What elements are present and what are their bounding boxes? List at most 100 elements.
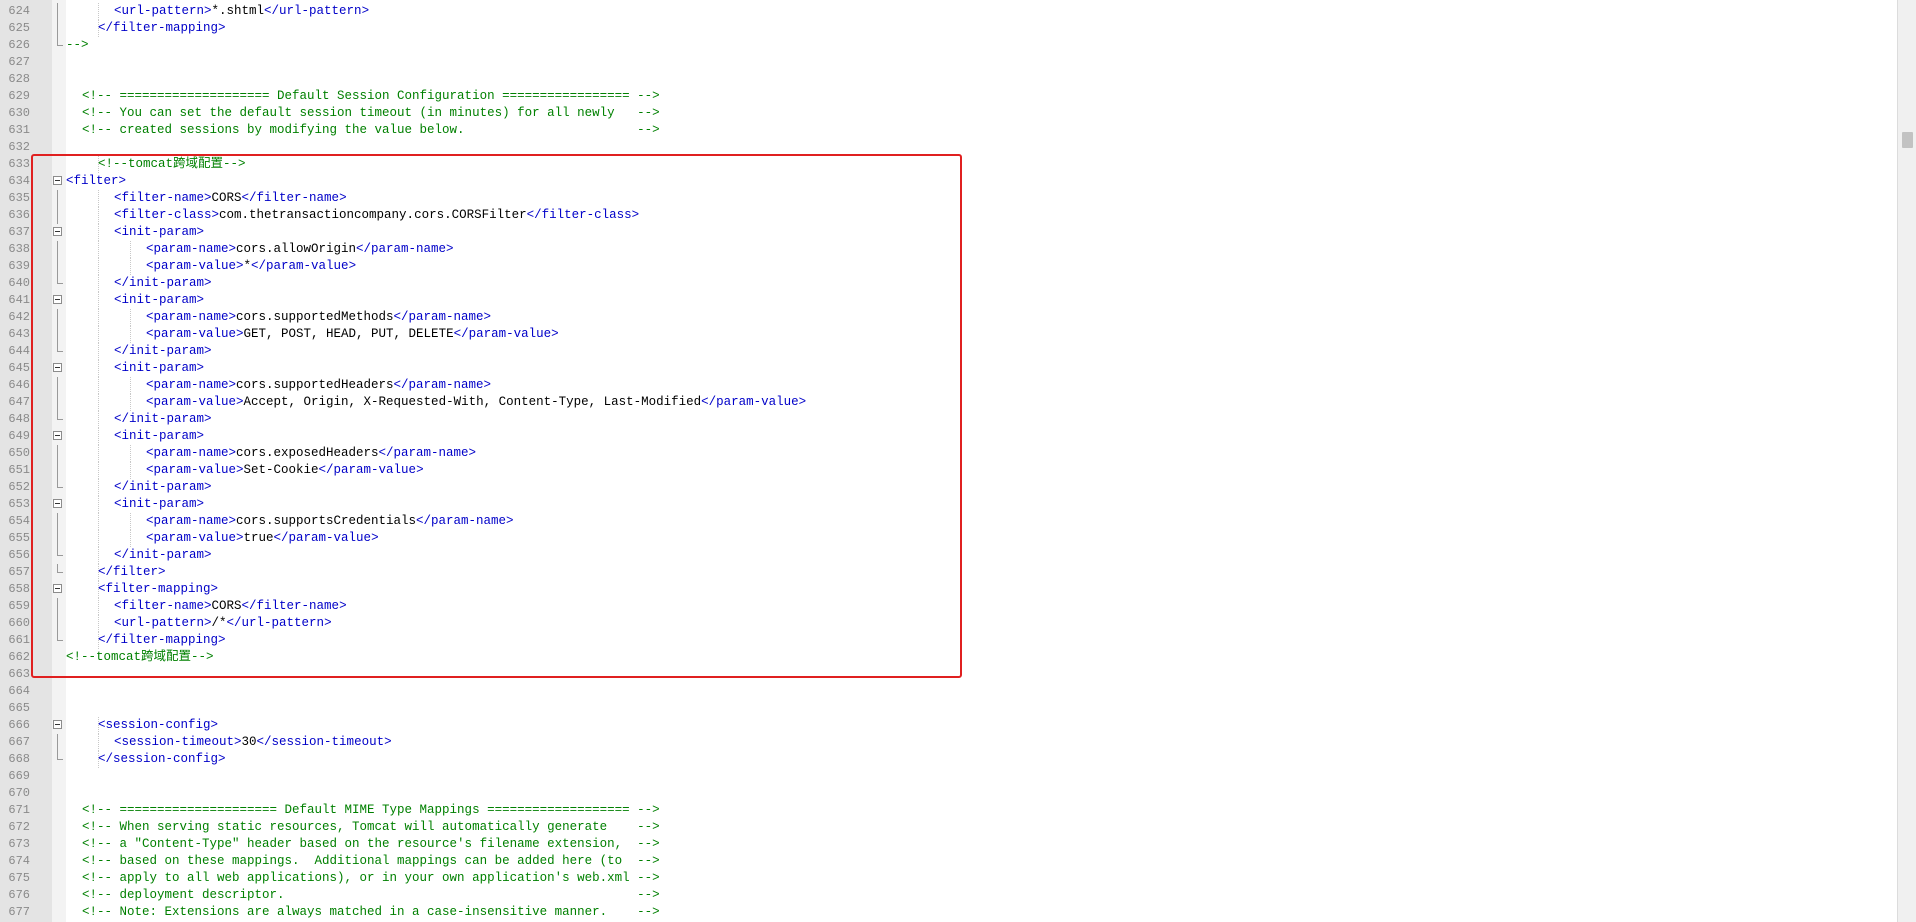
code-line[interactable]: 666 <session-config> xyxy=(0,717,1898,734)
code-line[interactable]: 625 </filter-mapping> xyxy=(0,20,1898,37)
code-line[interactable]: 629 <!-- ==================== Default Ses… xyxy=(0,88,1898,105)
code-line[interactable]: 643 <param-value>GET, POST, HEAD, PUT, DE… xyxy=(0,326,1898,343)
code-line[interactable]: 653 <init-param> xyxy=(0,496,1898,513)
code-line[interactable]: 627 xyxy=(0,54,1898,71)
code-line[interactable]: 647 <param-value>Accept, Origin, X-Reques… xyxy=(0,394,1898,411)
code-line[interactable]: 624 <url-pattern>*.shtml</url-pattern> xyxy=(0,3,1898,20)
xml-tag: </param-value> xyxy=(318,463,424,477)
xml-tag: </param-value> xyxy=(453,327,559,341)
code-line[interactable]: 671 <!-- ===================== Default MI… xyxy=(0,802,1898,819)
xml-tag: <init-param> xyxy=(114,429,205,443)
line-number: 625 xyxy=(8,21,30,35)
code-line[interactable]: 676 <!-- deployment descriptor. --> xyxy=(0,887,1898,904)
code-line[interactable]: 635 <filter-name>CORS</filter-name> xyxy=(0,190,1898,207)
code-line[interactable]: 648 </init-param> xyxy=(0,411,1898,428)
code-text: <param-name>cors.allowOrigin</param-name… xyxy=(146,241,454,258)
line-number: 666 xyxy=(8,718,30,732)
code-text: <param-name>cors.supportedHeaders</param… xyxy=(146,377,491,394)
line-number: 630 xyxy=(8,106,30,120)
code-text: <filter-name>CORS</filter-name> xyxy=(114,598,347,615)
code-line[interactable]: 674 <!-- based on these mappings. Additio… xyxy=(0,853,1898,870)
code-line[interactable]: 641 <init-param> xyxy=(0,292,1898,309)
fold-toggle-icon[interactable] xyxy=(53,295,62,304)
code-line[interactable]: 672 <!-- When serving static resources, T… xyxy=(0,819,1898,836)
code-editor[interactable]: 624 <url-pattern>*.shtml</url-pattern> 625… xyxy=(0,0,1898,922)
fold-toggle-icon[interactable] xyxy=(53,363,62,372)
code-line[interactable]: 639 <param-value>*</param-value> xyxy=(0,258,1898,275)
code-line[interactable]: 664 xyxy=(0,683,1898,700)
code-text: </filter> xyxy=(98,564,166,581)
fold-toggle-icon[interactable] xyxy=(53,227,62,236)
code-line[interactable]: 654 <param-name>cors.supportsCredentials<… xyxy=(0,513,1898,530)
indent-guide xyxy=(98,428,100,445)
code-line[interactable]: 637 <init-param> xyxy=(0,224,1898,241)
code-line[interactable]: 657 </filter> xyxy=(0,564,1898,581)
code-line[interactable]: 677 <!-- Note: Extensions are always matc… xyxy=(0,904,1898,921)
code-text: <!--tomcat跨域配置--> xyxy=(98,156,246,173)
code-line[interactable]: 628 xyxy=(0,71,1898,88)
fold-toggle-icon[interactable] xyxy=(53,720,62,729)
xml-tag: <filter-name> xyxy=(114,599,212,613)
vertical-scrollbar[interactable] xyxy=(1897,0,1916,922)
code-line[interactable]: 665 xyxy=(0,700,1898,717)
code-line[interactable]: 649 <init-param> xyxy=(0,428,1898,445)
code-line[interactable]: 670 xyxy=(0,785,1898,802)
xml-text: *.shtml xyxy=(211,4,265,18)
code-line[interactable]: 662 <!--tomcat跨域配置--> xyxy=(0,649,1898,666)
code-line[interactable]: 661 </filter-mapping> xyxy=(0,632,1898,649)
code-line[interactable]: 633 <!--tomcat跨域配置--> xyxy=(0,156,1898,173)
code-line[interactable]: 663 xyxy=(0,666,1898,683)
code-line[interactable]: 655 <param-value>true</param-value> xyxy=(0,530,1898,547)
code-line[interactable]: 631 <!-- created sessions by modifying th… xyxy=(0,122,1898,139)
line-number: 661 xyxy=(8,633,30,647)
xml-tag: <param-name> xyxy=(146,378,237,392)
xml-comment: <!--tomcat跨域配置--> xyxy=(66,650,214,664)
code-line[interactable]: 638 <param-name>cors.allowOrigin</param-n… xyxy=(0,241,1898,258)
code-line[interactable]: 675 <!-- apply to all web applications), … xyxy=(0,870,1898,887)
xml-text: CORS xyxy=(211,599,242,613)
code-line[interactable]: 651 <param-value>Set-Cookie</param-value> xyxy=(0,462,1898,479)
code-line[interactable]: 634 <filter> xyxy=(0,173,1898,190)
line-number: 649 xyxy=(8,429,30,443)
code-line[interactable]: 658 <filter-mapping> xyxy=(0,581,1898,598)
code-text: <filter-name>CORS</filter-name> xyxy=(114,190,347,207)
code-line[interactable]: 640 </init-param> xyxy=(0,275,1898,292)
fold-toggle-icon[interactable] xyxy=(53,176,62,185)
xml-tag: <init-param> xyxy=(114,497,205,511)
fold-toggle-icon[interactable] xyxy=(53,584,62,593)
line-number: 660 xyxy=(8,616,30,630)
code-line[interactable]: 673 <!-- a "Content-Type" header based on… xyxy=(0,836,1898,853)
code-text: <session-timeout>30</session-timeout> xyxy=(114,734,392,751)
code-line[interactable]: 644 </init-param> xyxy=(0,343,1898,360)
code-line[interactable]: 646 <param-name>cors.supportedHeaders</pa… xyxy=(0,377,1898,394)
code-line[interactable]: 660 <url-pattern>/*</url-pattern> xyxy=(0,615,1898,632)
code-line[interactable]: 630 <!-- You can set the default session … xyxy=(0,105,1898,122)
line-number: 639 xyxy=(8,259,30,273)
scrollbar-thumb[interactable] xyxy=(1902,132,1913,148)
fold-guide-line xyxy=(57,207,58,224)
xml-tag: </filter-name> xyxy=(241,191,347,205)
code-line[interactable]: 632 xyxy=(0,139,1898,156)
xml-tag: </filter-mapping> xyxy=(98,633,226,647)
code-line[interactable]: 667 <session-timeout>30</session-timeout> xyxy=(0,734,1898,751)
code-text: <filter> xyxy=(66,173,126,190)
code-line[interactable]: 669 xyxy=(0,768,1898,785)
xml-tag: </param-name> xyxy=(356,242,454,256)
line-number: 632 xyxy=(8,140,30,154)
code-text: <param-value>*</param-value> xyxy=(146,258,356,275)
fold-toggle-icon[interactable] xyxy=(53,499,62,508)
fold-toggle-icon[interactable] xyxy=(53,431,62,440)
code-line[interactable]: 636 <filter-class>com.thetransactioncompa… xyxy=(0,207,1898,224)
line-number: 635 xyxy=(8,191,30,205)
code-line[interactable]: 659 <filter-name>CORS</filter-name> xyxy=(0,598,1898,615)
xml-tag: </init-param> xyxy=(114,480,212,494)
code-line[interactable]: 650 <param-name>cors.exposedHeaders</para… xyxy=(0,445,1898,462)
code-line[interactable]: 642 <param-name>cors.supportedMethods</pa… xyxy=(0,309,1898,326)
fold-guide-line xyxy=(57,377,58,394)
code-line[interactable]: 645 <init-param> xyxy=(0,360,1898,377)
code-line[interactable]: 656 </init-param> xyxy=(0,547,1898,564)
xml-tag: </param-name> xyxy=(393,378,492,392)
code-line[interactable]: 668 </session-config> xyxy=(0,751,1898,768)
code-line[interactable]: 626 --> xyxy=(0,37,1898,54)
code-line[interactable]: 652 </init-param> xyxy=(0,479,1898,496)
